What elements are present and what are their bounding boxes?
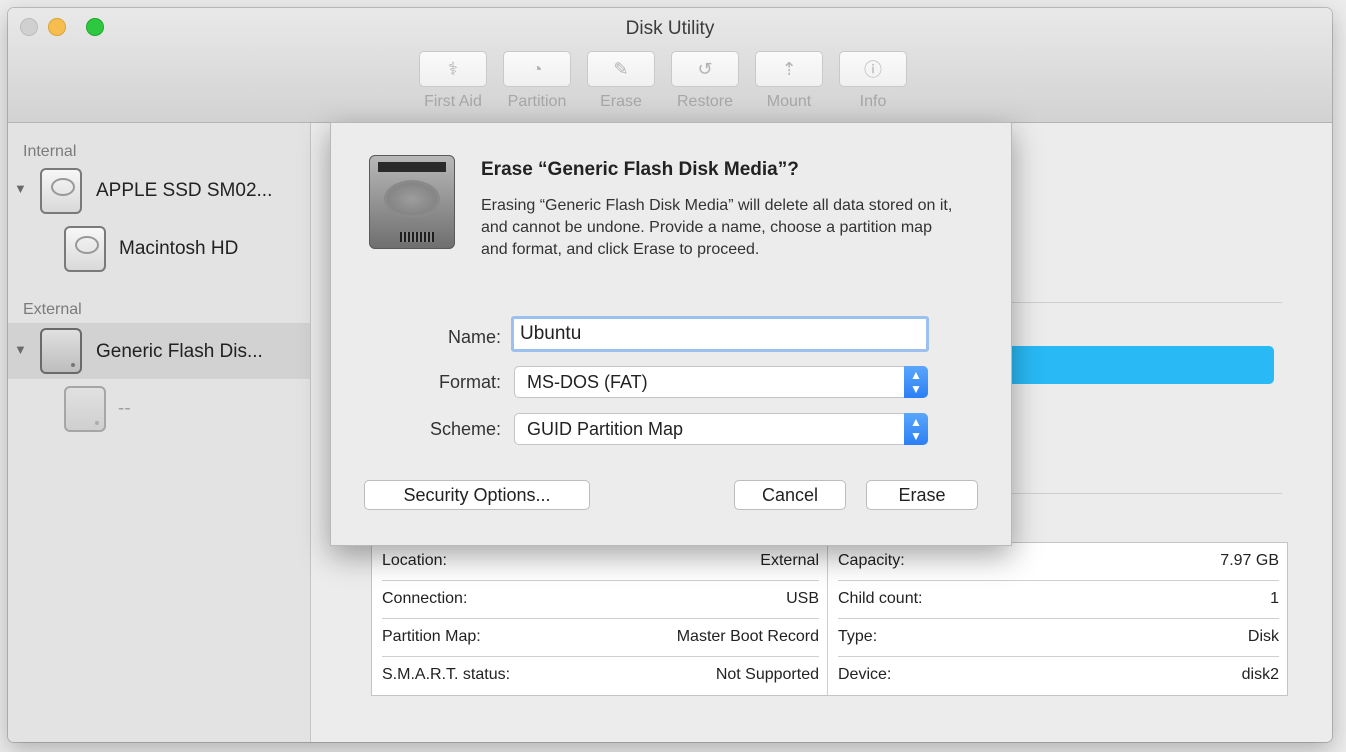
info-key: Device: — [838, 666, 892, 683]
erase-button[interactable]: Erase — [866, 480, 978, 510]
erase-dialog: Erase “Generic Flash Disk Media”? Erasin… — [330, 122, 1012, 546]
info-value: 7.97 GB — [1220, 552, 1279, 569]
info-value: 1 — [1270, 590, 1279, 607]
toolbar-restore-button[interactable]: ↺ Restore — [671, 51, 739, 111]
toolbar-restore-label: Restore — [676, 93, 734, 110]
info-row: Type: Disk — [828, 619, 1287, 657]
sidebar-item-label: APPLE SSD SM02... — [96, 180, 273, 201]
sidebar-item-macintosh-hd[interactable]: Macintosh HD — [8, 221, 310, 277]
updown-chevron-icon: ▲ ▼ — [904, 413, 928, 445]
info-row: Child count: 1 — [828, 581, 1287, 619]
sidebar-item-generic-flash-disk[interactable]: ▼ Generic Flash Dis... — [8, 323, 310, 379]
cancel-button[interactable]: Cancel — [734, 480, 846, 510]
scheme-select[interactable]: GUID Partition Map ▲ ▼ — [514, 413, 928, 445]
info-table: Location: External Connection: USB Parti… — [371, 542, 1288, 696]
internal-disk-icon — [40, 168, 82, 214]
toolbar-info-button[interactable]: ⓘ Info — [839, 51, 907, 111]
sidebar: Internal ▼ APPLE SSD SM02... Macintosh H… — [8, 123, 311, 742]
security-options-button[interactable]: Security Options... — [364, 480, 590, 510]
info-column-left: Location: External Connection: USB Parti… — [372, 543, 828, 695]
info-key: S.M.A.R.T. status: — [382, 666, 511, 683]
info-key: Child count: — [838, 590, 923, 607]
info-value: Master Boot Record — [676, 628, 819, 645]
divider — [1001, 493, 1282, 494]
info-row: Device: disk2 — [828, 657, 1287, 695]
info-row: Location: External — [372, 543, 827, 581]
erase-icon: ✎ — [613, 58, 629, 79]
disclosure-triangle-icon[interactable]: ▼ — [14, 181, 27, 196]
info-key: Capacity: — [838, 552, 905, 569]
toolbar-mount-button[interactable]: ⇡ Mount — [755, 51, 823, 111]
format-select[interactable]: MS-DOS (FAT) ▲ ▼ — [514, 366, 928, 398]
dialog-message: Erasing “Generic Flash Disk Media” will … — [481, 197, 953, 258]
info-row: Partition Map: Master Boot Record — [372, 619, 827, 657]
info-icon: ⓘ — [864, 60, 882, 80]
toolbar-erase-button[interactable]: ✎ Erase — [587, 51, 655, 111]
scheme-select-value: GUID Partition Map — [527, 419, 684, 439]
toolbar-partition-label: Partition — [507, 93, 567, 110]
sidebar-section-internal: Internal — [23, 143, 77, 160]
external-disk-icon — [40, 328, 82, 374]
sidebar-section-external: External — [23, 301, 82, 318]
sidebar-item-label: Macintosh HD — [119, 238, 239, 259]
external-volume-icon — [64, 386, 106, 432]
scheme-label: Scheme: — [429, 419, 501, 439]
info-row: Connection: USB — [372, 581, 827, 619]
toolbar-erase-label: Erase — [600, 93, 642, 110]
pie-icon: ◔ — [531, 58, 543, 79]
info-key: Location: — [382, 552, 447, 569]
toolbar-first-aid-label: First Aid — [424, 93, 482, 110]
info-value: Disk — [1247, 628, 1279, 645]
info-value: Not Supported — [715, 666, 819, 683]
dialog-title: Erase “Generic Flash Disk Media”? — [481, 159, 799, 180]
info-key: Partition Map: — [382, 628, 481, 645]
info-column-right: Capacity: 7.97 GB Child count: 1 Type: D… — [828, 543, 1287, 695]
sidebar-item-unnamed-volume[interactable]: -- — [8, 381, 310, 437]
internal-volume-icon — [64, 226, 106, 272]
mount-icon: ⇡ — [781, 58, 797, 79]
toolbar-mount-label: Mount — [766, 93, 812, 110]
sidebar-item-label: -- — [118, 398, 131, 419]
sidebar-item-label: Generic Flash Dis... — [96, 341, 263, 362]
info-key: Type: — [838, 628, 878, 645]
sidebar-item-apple-ssd[interactable]: ▼ APPLE SSD SM02... — [8, 163, 310, 219]
disclosure-triangle-icon[interactable]: ▼ — [14, 342, 27, 357]
toolbar-info-label: Info — [859, 93, 887, 110]
info-value: disk2 — [1241, 666, 1279, 683]
info-row: S.M.A.R.T. status: Not Supported — [372, 657, 827, 695]
info-row: Capacity: 7.97 GB — [828, 543, 1287, 581]
divider — [1001, 302, 1282, 303]
stethoscope-icon: ⚕ — [448, 58, 458, 79]
updown-chevron-icon: ▲ ▼ — [904, 366, 928, 398]
hard-disk-icon — [369, 155, 455, 249]
name-label: Name: — [447, 327, 501, 347]
format-select-value: MS-DOS (FAT) — [527, 372, 648, 392]
toolbar-first-aid-button[interactable]: ⚕ First Aid — [419, 51, 487, 111]
info-key: Connection: — [382, 590, 468, 607]
info-value: External — [760, 552, 819, 569]
restore-icon: ↺ — [697, 58, 713, 79]
titlebar: Disk Utility ⚕ First Aid ◔ Partition ✎ E… — [8, 8, 1332, 123]
info-value: USB — [786, 590, 819, 607]
toolbar-partition-button[interactable]: ◔ Partition — [503, 51, 571, 111]
format-label: Format: — [438, 372, 501, 392]
name-input[interactable] — [511, 316, 929, 352]
window-title: Disk Utility — [625, 18, 715, 39]
